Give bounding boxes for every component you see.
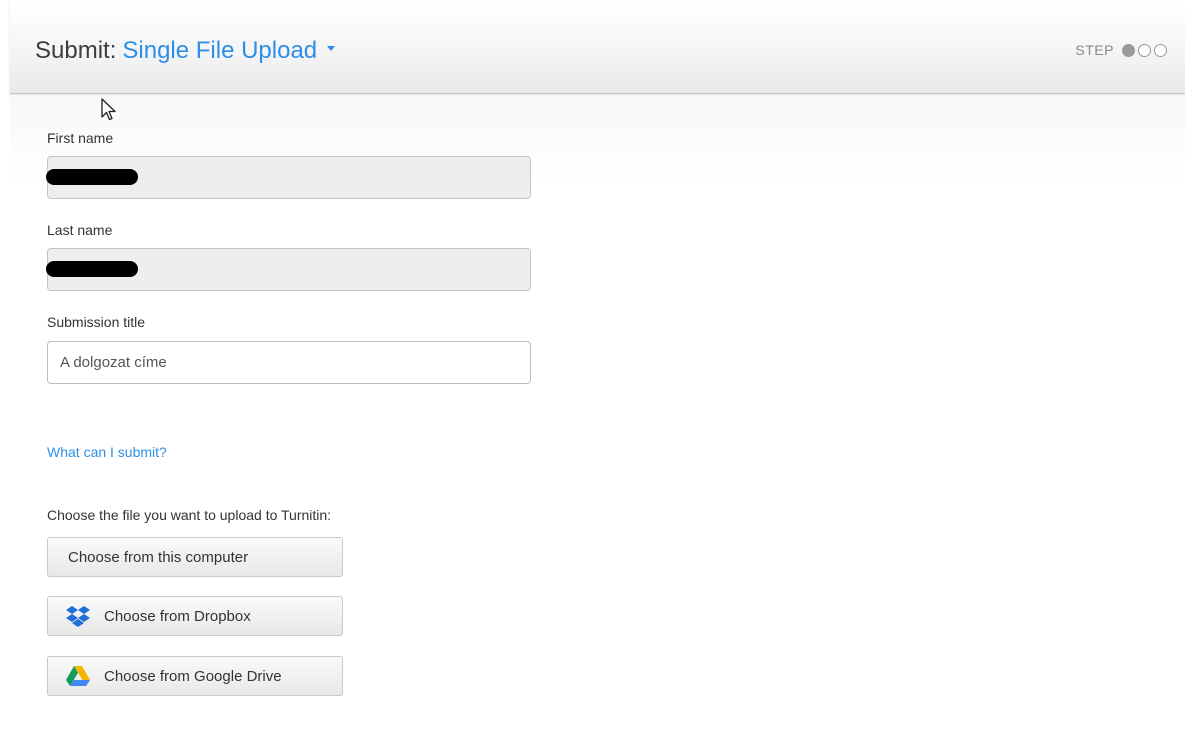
step-dot-2 (1138, 43, 1151, 57)
mouse-pointer-icon (101, 98, 116, 121)
submission-title-input[interactable]: A dolgozat címe (47, 341, 531, 384)
page-title: Submit: Single File Upload (35, 36, 336, 66)
last-name-label: Last name (47, 222, 113, 238)
step-indicator: STEP (1075, 42, 1167, 58)
first-name-field[interactable] (46, 156, 531, 199)
step-dot-3 (1154, 43, 1167, 57)
upload-prompt: Choose the file you want to upload to Tu… (47, 507, 332, 523)
choose-from-computer-label: Choose from this computer (68, 548, 249, 566)
submission-page: Submit: Single File Upload STEP First nam… (0, 0, 1185, 745)
upload-mode-dropdown[interactable]: Single File Upload (122, 37, 336, 64)
choose-from-dropbox-label: Choose from Dropbox (104, 607, 251, 625)
dropbox-icon (66, 606, 90, 627)
choose-from-computer-button[interactable]: Choose from this computer (47, 537, 343, 577)
choose-from-google-drive-button[interactable]: Choose from Google Drive (47, 656, 343, 696)
google-drive-icon (66, 666, 90, 686)
step-label: STEP (1075, 42, 1114, 58)
last-name-field[interactable] (46, 248, 531, 291)
what-can-i-submit-link[interactable]: What can I submit? (47, 444, 167, 460)
header-bar: Submit: Single File Upload STEP (10, 0, 1185, 94)
submission-title-label: Submission title (47, 314, 146, 330)
choose-from-dropbox-button[interactable]: Choose from Dropbox (47, 596, 343, 636)
choose-from-google-drive-label: Choose from Google Drive (104, 667, 282, 685)
upload-mode-label: Single File Upload (122, 37, 318, 64)
redaction-mark (46, 261, 138, 277)
title-prefix: Submit: (35, 37, 117, 64)
first-name-label: First name (47, 130, 114, 146)
caret-down-icon (327, 46, 336, 52)
redaction-mark (46, 169, 138, 185)
step-dot-1 (1122, 43, 1135, 57)
